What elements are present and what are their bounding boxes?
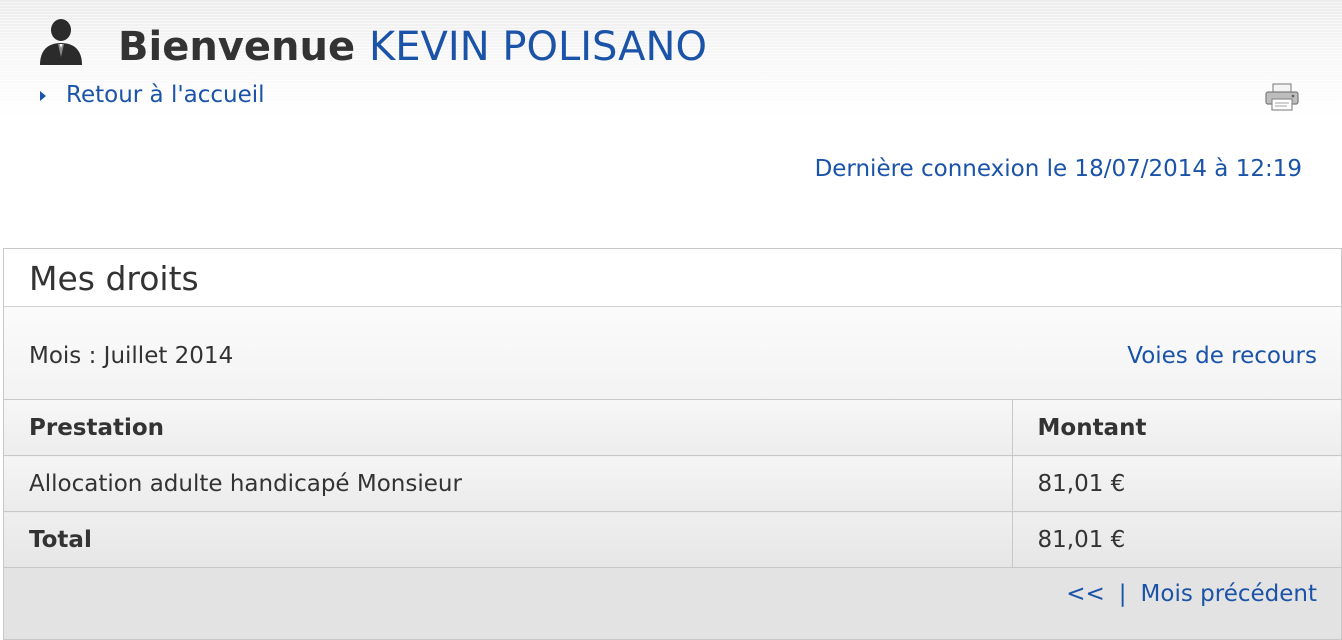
rights-panel: Mes droits Mois : Juillet 2014 Voies de …	[3, 248, 1342, 640]
previous-month-link[interactable]: Mois précédent	[1141, 581, 1317, 607]
pager-row: << | Mois précédent	[4, 568, 1341, 639]
user-silhouette-icon	[40, 19, 82, 65]
triangle-right-icon	[40, 90, 46, 101]
table-row: Allocation adulte handicapé Monsieur 81,…	[4, 455, 1341, 512]
pager-separator: |	[1118, 581, 1127, 607]
home-link-label: Retour à l'accueil	[66, 82, 265, 108]
total-row: Total 81,01 €	[4, 511, 1341, 568]
welcome-text: Bienvenue	[118, 24, 356, 70]
welcome-heading: Bienvenue KEVIN POLISANO	[118, 21, 707, 73]
total-amount: 81,01 €	[1012, 511, 1341, 568]
panel-header: Mes droits	[4, 249, 1341, 307]
table-header-row: Prestation Montant	[4, 400, 1341, 456]
home-link[interactable]: Retour à l'accueil	[40, 80, 265, 110]
column-header-montant: Montant	[1012, 400, 1341, 456]
montant-cell: 81,01 €	[1012, 455, 1341, 512]
rights-table: Prestation Montant Allocation adulte han…	[4, 400, 1341, 568]
last-login-text: Dernière connexion le 18/07/2014 à 12:19	[814, 156, 1302, 182]
prestation-cell: Allocation adulte handicapé Monsieur	[4, 455, 1013, 512]
printer-icon[interactable]	[1265, 83, 1299, 111]
total-label: Total	[4, 511, 1013, 568]
column-header-prestation: Prestation	[4, 400, 1013, 456]
recourse-link[interactable]: Voies de recours	[1127, 341, 1317, 371]
previous-arrows-link[interactable]: <<	[1066, 581, 1105, 607]
pager: << | Mois précédent	[1066, 579, 1317, 609]
panel-title: Mes droits	[29, 259, 199, 298]
month-label: Mois : Juillet 2014	[29, 343, 234, 369]
month-row: Mois : Juillet 2014 Voies de recours	[4, 307, 1341, 400]
user-name: KEVIN POLISANO	[369, 24, 707, 70]
